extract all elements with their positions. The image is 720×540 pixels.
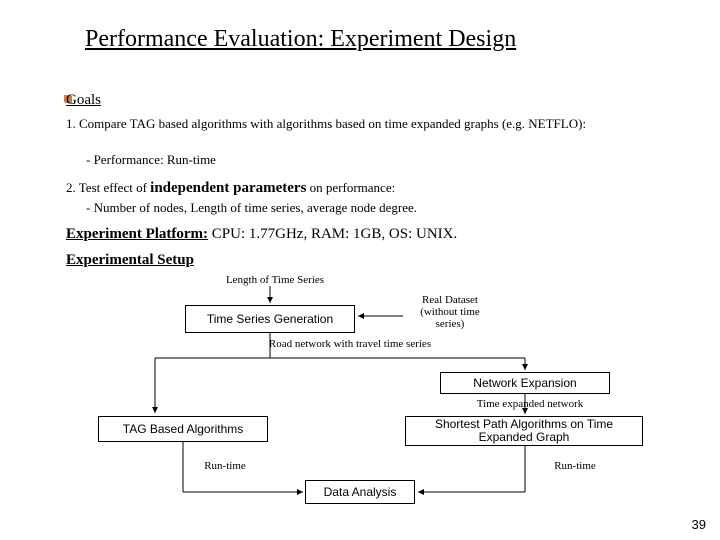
goal-2-post: on performance: <box>306 180 395 195</box>
goals-heading: Goals <box>66 92 101 109</box>
platform-value: CPU: 1.77GHz, RAM: 1GB, OS: UNIX. <box>208 226 457 242</box>
goal-1-text: 1. Compare TAG based algorithms with alg… <box>66 116 680 132</box>
goal-2-pre: 2. Test effect of <box>66 180 150 195</box>
setup-heading: Experimental Setup <box>66 252 194 269</box>
goal-2-text: 2. Test effect of independent parameters… <box>66 180 395 197</box>
page-number: 39 <box>692 517 706 532</box>
goal-2-bold: independent parameters <box>150 180 306 196</box>
goal-2-sub: - Number of nodes, Length of time series… <box>86 200 417 216</box>
flow-diagram: Length of Time Series Time Series Genera… <box>0 270 720 520</box>
platform-line: Experiment Platform: CPU: 1.77GHz, RAM: … <box>66 226 457 243</box>
page-title: Performance Evaluation: Experiment Desig… <box>85 26 516 53</box>
platform-label: Experiment Platform: <box>66 226 208 242</box>
goal-1-sub: - Performance: Run-time <box>86 152 216 168</box>
diagram-arrows <box>0 270 720 530</box>
